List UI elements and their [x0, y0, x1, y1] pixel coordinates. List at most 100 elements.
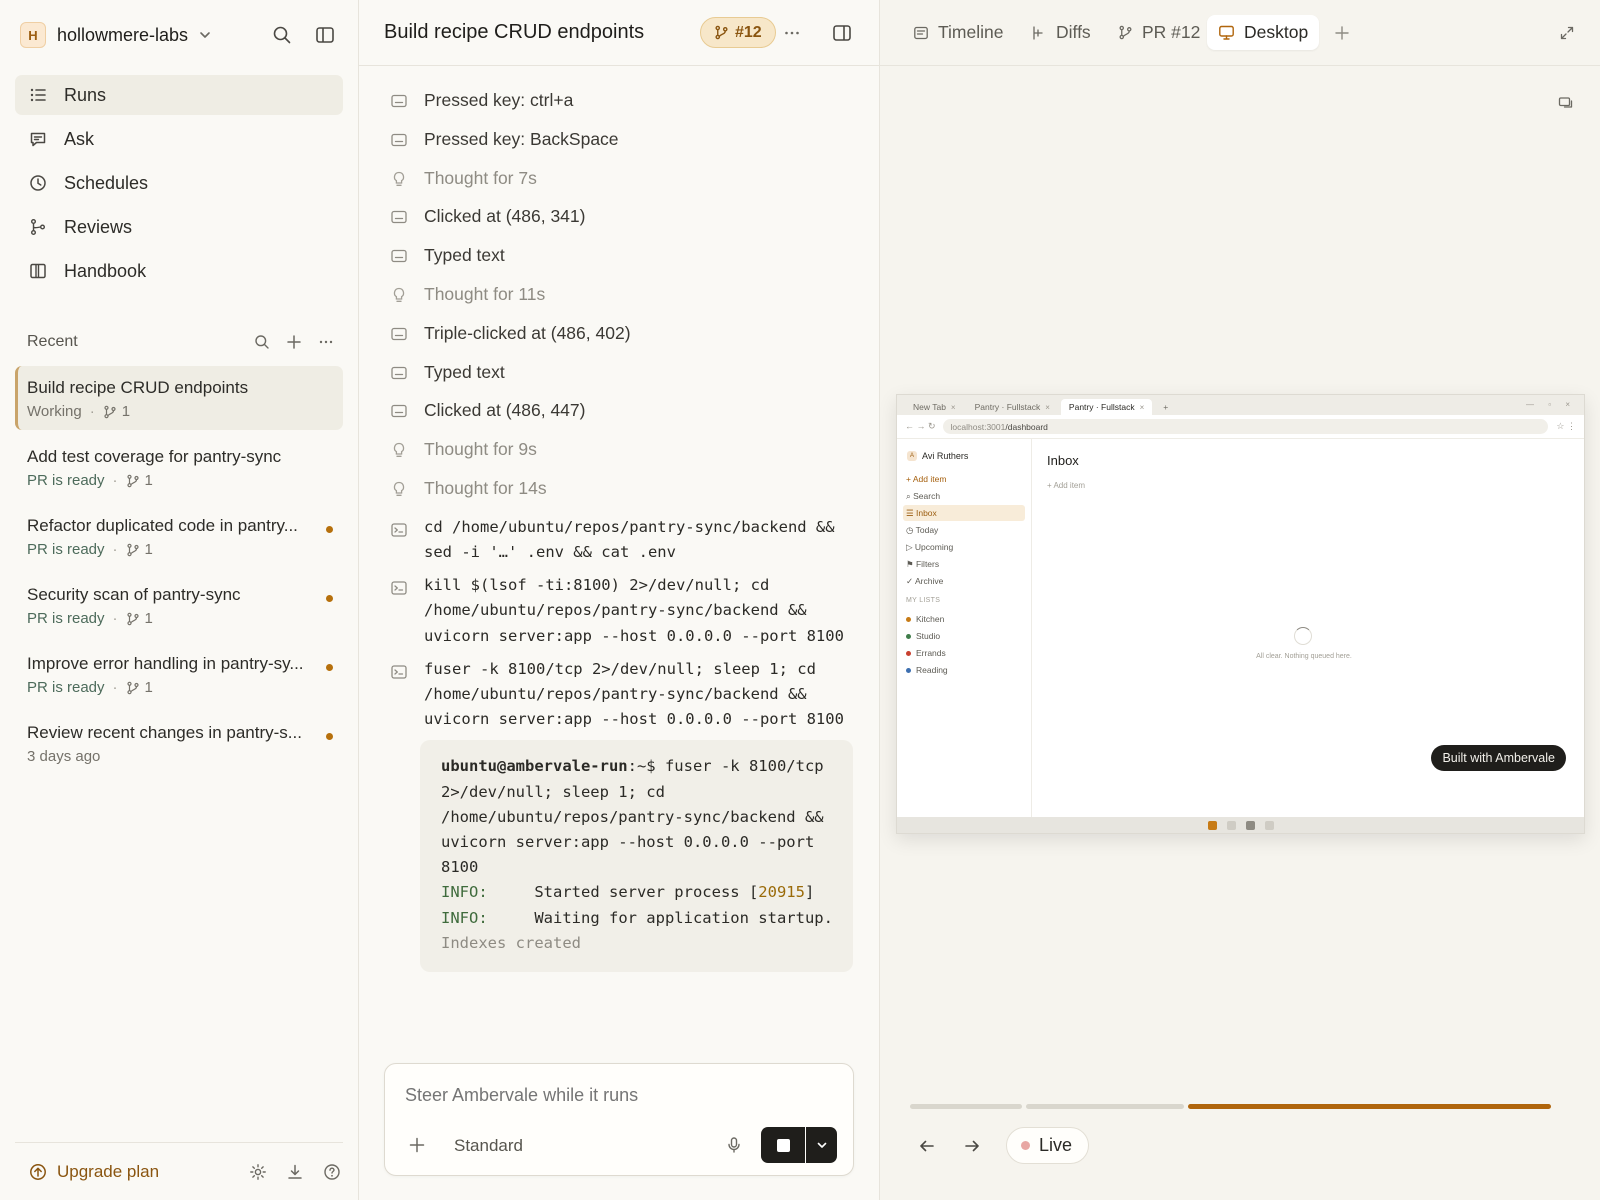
browser-nav-icons[interactable]: ← → ↻	[905, 421, 936, 432]
nav-item-ask[interactable]: Ask	[15, 119, 343, 159]
new-browser-tab-button[interactable]: +	[1155, 399, 1176, 415]
attach-button[interactable]	[405, 1133, 429, 1157]
recent-run-item[interactable]: Build recipe CRUD endpoints Working · 1	[15, 366, 343, 430]
recent-run-item[interactable]: Refactor duplicated code in pantry... PR…	[15, 504, 343, 568]
add-item-link[interactable]: + Add item	[1047, 481, 1085, 490]
progress-segment[interactable]	[910, 1104, 1022, 1109]
thought-step[interactable]: Thought for 11s	[389, 280, 859, 319]
recent-run-item[interactable]: Security scan of pantry-sync PR is ready…	[15, 573, 343, 637]
nav-item-schedules[interactable]: Schedules	[15, 163, 343, 203]
progress-segment[interactable]	[1026, 1104, 1184, 1109]
help-button[interactable]	[321, 1161, 343, 1183]
workspace-avatar: H	[20, 22, 46, 48]
recent-run-item[interactable]: Review recent changes in pantry-s... 3 d…	[15, 711, 343, 775]
run-more-button[interactable]	[781, 22, 803, 44]
settings-button[interactable]	[247, 1161, 269, 1183]
search-button[interactable]	[270, 23, 294, 47]
app-nav-item[interactable]: + Add item	[903, 471, 1025, 487]
stop-run-button[interactable]	[761, 1127, 805, 1163]
app-nav-item[interactable]: ✓ Archive	[903, 573, 1025, 589]
pr-badge-button[interactable]: #12	[700, 17, 776, 48]
app-list-item[interactable]: Kitchen	[903, 611, 1025, 627]
run-timestamp: 3 days ago	[27, 748, 101, 765]
command-step[interactable]: kill $(lsof -ti:8100) 2>/dev/null; cd /h…	[389, 573, 859, 649]
command-step[interactable]: fuser -k 8100/tcp 2>/dev/null; sleep 1; …	[389, 657, 859, 733]
mode-selector[interactable]: Standard	[454, 1136, 523, 1156]
built-with-badge[interactable]: Built with Ambervale	[1431, 745, 1566, 771]
app-nav-item[interactable]: ⚑ Filters	[903, 556, 1025, 572]
nav-item-runs[interactable]: Runs	[15, 75, 343, 115]
expand-button[interactable]	[1556, 22, 1578, 44]
recent-run-item[interactable]: Improve error handling in pantry-sy... P…	[15, 642, 343, 706]
nav-item-label: Schedules	[64, 172, 149, 193]
new-run-button[interactable]	[284, 332, 304, 352]
meta-separator: ·	[112, 679, 118, 696]
app-list-item[interactable]: Errands	[903, 645, 1025, 661]
run-title: Add test coverage for pantry-sync	[27, 447, 282, 466]
loading-spinner-icon	[1294, 627, 1312, 645]
tab-diffs[interactable]: Diffs	[1020, 15, 1102, 50]
browser-tab[interactable]: Pantry · Fullstack ×	[1060, 399, 1153, 415]
browser-tab[interactable]: Pantry · Fullstack ×	[967, 399, 1058, 415]
live-label: Live	[1039, 1135, 1073, 1155]
upgrade-plan-button[interactable]: Upgrade plan	[29, 1162, 232, 1182]
tab-pr[interactable]: PR #12	[1107, 15, 1211, 50]
voice-input-button[interactable]	[723, 1134, 745, 1156]
thought-step[interactable]: Thought for 14s	[389, 474, 859, 513]
monitor-icon	[1218, 24, 1235, 41]
taskbar-app-icon[interactable]	[1264, 820, 1274, 830]
add-tab-button[interactable]	[1331, 22, 1353, 44]
chevron-down-icon	[815, 1138, 829, 1152]
playback-controls: Live	[915, 1127, 1090, 1164]
close-icon[interactable]: ×	[1045, 403, 1050, 412]
display-options-button[interactable]	[1556, 93, 1576, 113]
nav-item-label: Ask	[64, 128, 95, 149]
app-nav-item[interactable]: ◷ Today	[903, 522, 1025, 538]
terminal-prompt-user: ubuntu@ambervale-run	[441, 757, 628, 776]
stop-options-button[interactable]	[806, 1127, 837, 1163]
thought-step[interactable]: Thought for 9s	[389, 435, 859, 474]
tab-timeline[interactable]: Timeline	[902, 15, 1014, 50]
toggle-sidebar-button[interactable]	[313, 23, 337, 47]
progress-segment[interactable]	[1188, 1104, 1551, 1109]
window-controls[interactable]: — ▫ ×	[1526, 400, 1576, 409]
log-text: Indexes created	[441, 933, 581, 952]
taskbar-app-icon[interactable]	[1207, 820, 1217, 830]
playback-progress[interactable]	[910, 1104, 1570, 1110]
app-list-item[interactable]: Studio	[903, 628, 1025, 644]
live-button[interactable]: Live	[1006, 1127, 1090, 1164]
nav-item-handbook[interactable]: Handbook	[15, 251, 343, 291]
bookmark-icon[interactable]: ☆ ⋮	[1556, 421, 1576, 432]
app-nav-item[interactable]: ⌕ Search	[903, 488, 1025, 504]
download-button[interactable]	[284, 1161, 306, 1183]
close-icon[interactable]: ×	[951, 403, 956, 412]
steer-input[interactable]	[405, 1085, 805, 1106]
address-field[interactable]: localhost:3001/dashboard	[942, 419, 1549, 434]
screens-icon	[1558, 95, 1574, 111]
previous-frame-button[interactable]	[915, 1134, 939, 1158]
taskbar-app-icon[interactable]	[1245, 820, 1255, 830]
taskbar-app-icon[interactable]	[1226, 820, 1236, 830]
sidebar-icon	[315, 25, 335, 45]
log-text-end: ]	[804, 883, 815, 902]
app-nav-item[interactable]: ▷ Upcoming	[903, 539, 1025, 555]
thought-step[interactable]: Thought for 7s	[389, 164, 859, 203]
search-recent-button[interactable]	[252, 332, 272, 352]
app-list-item[interactable]: Reading	[903, 662, 1025, 678]
close-icon[interactable]: ×	[1140, 403, 1145, 412]
recent-run-item[interactable]: Add test coverage for pantry-sync PR is …	[15, 435, 343, 499]
app-nav-item[interactable]: ☰ Inbox	[903, 505, 1025, 521]
toggle-panel-button[interactable]	[831, 22, 853, 44]
timeline-icon	[913, 25, 929, 41]
app-user[interactable]: A Avi Ruthers	[907, 451, 1025, 461]
nav-item-reviews[interactable]: Reviews	[15, 207, 343, 247]
step-text: Thought for 9s	[424, 439, 537, 460]
command-step[interactable]: cd /home/ubuntu/repos/pantry-sync/backen…	[389, 515, 859, 565]
workspace-switcher[interactable]: H hollowmere-labs	[20, 20, 340, 50]
remote-desktop-view[interactable]: New Tab × Pantry · Fullstack × Pantry · Fu…	[896, 394, 1585, 834]
next-frame-button[interactable]	[960, 1134, 984, 1158]
recent-more-button[interactable]	[316, 332, 336, 352]
browser-tab[interactable]: New Tab ×	[905, 399, 964, 415]
run-status: PR is ready	[27, 610, 105, 627]
tab-desktop[interactable]: Desktop	[1207, 15, 1320, 50]
